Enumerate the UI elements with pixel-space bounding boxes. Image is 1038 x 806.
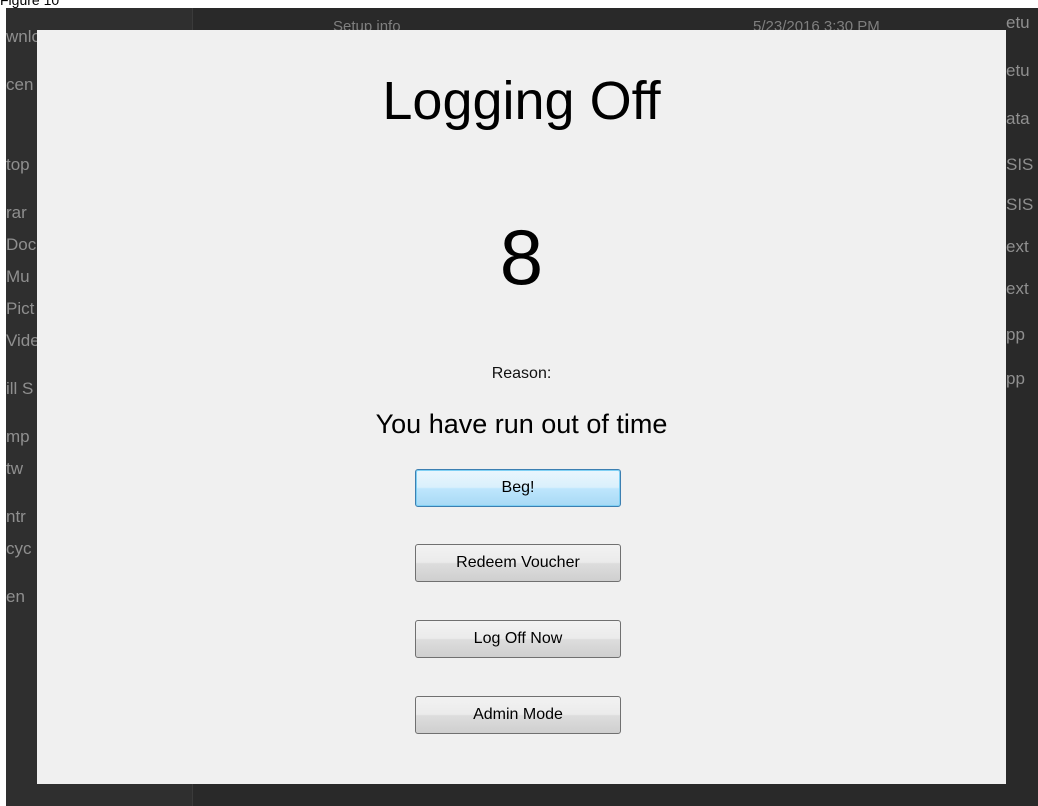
- admin-mode-button[interactable]: Admin Mode: [415, 696, 621, 734]
- log-off-now-button[interactable]: Log Off Now: [415, 620, 621, 658]
- redeem-voucher-button[interactable]: Redeem Voucher: [415, 544, 621, 582]
- figure-caption: Figure 10: [0, 0, 60, 8]
- file-type: ext: [1006, 279, 1029, 298]
- file-type: pp: [1006, 325, 1025, 344]
- beg-button[interactable]: Beg!: [415, 469, 621, 507]
- countdown-value: 8: [499, 213, 544, 301]
- reason-label: Reason:: [491, 365, 552, 382]
- file-type: pp: [1006, 369, 1025, 388]
- file-type: ext: [1006, 237, 1029, 256]
- file-type: etu: [1006, 61, 1030, 80]
- reason-text: You have run out of time: [375, 409, 668, 439]
- file-type: ata: [1006, 109, 1030, 128]
- file-type: SIS: [1006, 195, 1034, 214]
- file-type: etu: [1006, 13, 1030, 32]
- logoff-dialog: Logging Off 8 Reason: You have run out o…: [37, 30, 1006, 784]
- file-type: SIS: [1006, 155, 1034, 174]
- dialog-title: Logging Off: [382, 71, 661, 131]
